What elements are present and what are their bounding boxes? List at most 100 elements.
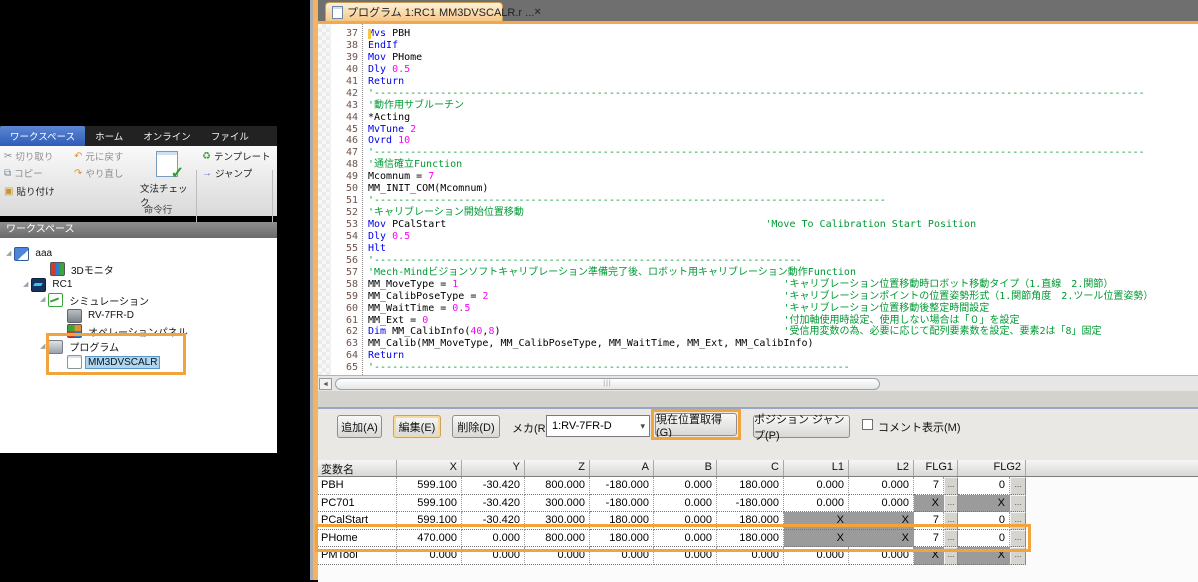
table-cell[interactable]: PBH (318, 477, 397, 495)
tree-item-RV-7FR-D[interactable]: RV-7FR-D (0, 308, 277, 323)
table-cell[interactable]: 300.000 (525, 495, 590, 513)
tree-item-シミュレーション[interactable]: ◢シミュレーション (0, 293, 277, 308)
table-cell[interactable]: -180.000 (590, 495, 654, 513)
table-cell[interactable]: X (849, 530, 914, 548)
table-cell[interactable]: 0.000 (654, 530, 717, 548)
close-icon[interactable]: × (534, 6, 540, 18)
template-button[interactable]: ♻ テンプレート (202, 149, 271, 163)
add-button[interactable]: 追加(A) (337, 415, 382, 438)
tree-item-オペレーションパネル[interactable]: オペレーションパネル (0, 324, 277, 339)
expander-icon[interactable]: ◢ (40, 295, 45, 303)
table-cell[interactable]: 0.000 (590, 547, 654, 565)
table-cell[interactable]: 0.000 (397, 547, 462, 565)
table-cell[interactable]: -30.420 (462, 477, 525, 495)
ribbon-tab-3[interactable]: オンライン (133, 126, 201, 146)
jump-button[interactable]: → ジャンプ (202, 166, 252, 180)
table-cell[interactable]: 0.000 (654, 477, 717, 495)
table-cell[interactable]: 599.100 (397, 512, 462, 530)
table-cell[interactable]: PCalStart (318, 512, 397, 530)
flg2-edit-button[interactable]: ... (1010, 547, 1026, 565)
paste-button[interactable]: ▣ 貼り付け (4, 184, 54, 198)
delete-button[interactable]: 削除(D) (452, 415, 500, 438)
table-cell[interactable]: 800.000 (525, 477, 590, 495)
flg2-edit-button[interactable]: ... (1010, 530, 1026, 548)
table-cell[interactable]: 180.000 (590, 530, 654, 548)
table-cell[interactable]: X (958, 547, 1010, 565)
table-row-PC701[interactable]: PC701599.100-30.420300.000-180.0000.000-… (318, 495, 1198, 513)
table-cell[interactable]: -180.000 (590, 477, 654, 495)
tree-item-aaa[interactable]: ◢aaa (0, 246, 277, 261)
table-row-PCalStart[interactable]: PCalStart599.100-30.420300.000180.0000.0… (318, 512, 1198, 530)
cut-button[interactable]: ✂ 切り取り (4, 149, 53, 163)
table-cell[interactable]: 0 (958, 477, 1010, 495)
flg1-edit-button[interactable]: ... (944, 477, 958, 495)
table-cell[interactable]: X (849, 512, 914, 530)
get-current-position-button[interactable]: 現在位置取得(G) (655, 413, 737, 436)
table-cell[interactable]: 180.000 (717, 477, 784, 495)
table-cell[interactable]: 599.100 (397, 477, 462, 495)
tree-item-RC1[interactable]: ◢RC1 (0, 277, 277, 292)
table-cell[interactable]: 180.000 (590, 512, 654, 530)
flg1-edit-button[interactable]: ... (944, 512, 958, 530)
scrollbar-thumb[interactable]: ||| (335, 378, 880, 390)
tree-item-プログラム[interactable]: ◢プログラム (0, 339, 277, 354)
table-row-PMTool[interactable]: PMTool0.0000.0000.0000.0000.0000.0000.00… (318, 547, 1198, 565)
table-cell[interactable]: 0 (958, 530, 1010, 548)
table-cell[interactable]: 0.000 (654, 512, 717, 530)
table-cell[interactable]: 0.000 (717, 547, 784, 565)
ribbon-tab-1[interactable]: ワークスペース (0, 126, 85, 146)
table-cell[interactable]: 800.000 (525, 530, 590, 548)
table-cell[interactable]: X (784, 512, 849, 530)
table-cell[interactable]: 7 (914, 512, 944, 530)
table-cell[interactable]: 7 (914, 477, 944, 495)
tree-item-MM3DVSCALR[interactable]: MM3DVSCALR (0, 355, 277, 370)
copy-button[interactable]: ⧉ コピー (4, 166, 43, 180)
table-cell[interactable]: 0.000 (654, 547, 717, 565)
table-cell[interactable]: PHome (318, 530, 397, 548)
position-jump-button[interactable]: ポジション ジャンプ(P) (753, 415, 850, 438)
table-cell[interactable]: 0.000 (462, 547, 525, 565)
table-cell[interactable]: X (958, 495, 1010, 513)
table-cell[interactable]: 180.000 (717, 512, 784, 530)
flg2-edit-button[interactable]: ... (1010, 495, 1026, 513)
table-cell[interactable]: -180.000 (717, 495, 784, 513)
table-cell[interactable]: X (784, 530, 849, 548)
panel-splitter[interactable] (318, 391, 1198, 407)
table-cell[interactable]: 0 (958, 512, 1010, 530)
table-cell[interactable]: 0.000 (849, 547, 914, 565)
ribbon-tab-2[interactable]: ホーム (85, 126, 133, 146)
table-cell[interactable]: 0.000 (784, 547, 849, 565)
redo-button[interactable]: ↷ やり直し (74, 166, 123, 180)
table-cell[interactable]: 300.000 (525, 512, 590, 530)
ribbon-tab-4[interactable]: ファイル (201, 126, 259, 146)
table-cell[interactable]: 7 (914, 530, 944, 548)
flg1-edit-button[interactable]: ... (944, 530, 958, 548)
table-cell[interactable]: -30.420 (462, 512, 525, 530)
table-cell[interactable]: 0.000 (525, 547, 590, 565)
flg2-edit-button[interactable]: ... (1010, 477, 1026, 495)
table-cell[interactable]: X (914, 495, 944, 513)
table-cell[interactable]: X (914, 547, 944, 565)
table-cell[interactable]: 0.000 (654, 495, 717, 513)
comment-show-checkbox[interactable] (862, 419, 873, 430)
table-cell[interactable]: 0.000 (784, 477, 849, 495)
table-cell[interactable]: 470.000 (397, 530, 462, 548)
flg1-edit-button[interactable]: ... (944, 495, 958, 513)
table-cell[interactable]: PC701 (318, 495, 397, 513)
expander-icon[interactable]: ◢ (6, 249, 11, 257)
program-document-tab[interactable]: プログラム 1:RC1 MM3DVSCALR.r ... × (325, 2, 503, 21)
table-cell[interactable]: 599.100 (397, 495, 462, 513)
mech-dropdown[interactable]: 1:RV-7FR-D ▾ (546, 415, 650, 437)
flg2-edit-button[interactable]: ... (1010, 512, 1026, 530)
table-cell[interactable]: -30.420 (462, 495, 525, 513)
table-row-PBH[interactable]: PBH599.100-30.420800.000-180.0000.000180… (318, 477, 1198, 495)
code-editor[interactable]: 37Mvs PBH38EndIf39Mov PHome40Dly 0.541Re… (318, 24, 1198, 375)
table-cell[interactable]: 0.000 (849, 495, 914, 513)
table-cell[interactable]: 0.000 (462, 530, 525, 548)
table-cell[interactable]: PMTool (318, 547, 397, 565)
table-cell[interactable]: 0.000 (784, 495, 849, 513)
table-row-PHome[interactable]: PHome470.0000.000800.000180.0000.000180.… (318, 530, 1198, 548)
tree-item-3Dモニタ[interactable]: 3Dモニタ (0, 262, 277, 277)
expander-icon[interactable]: ◢ (23, 280, 28, 288)
undo-button[interactable]: ↶ 元に戻す (74, 149, 123, 163)
